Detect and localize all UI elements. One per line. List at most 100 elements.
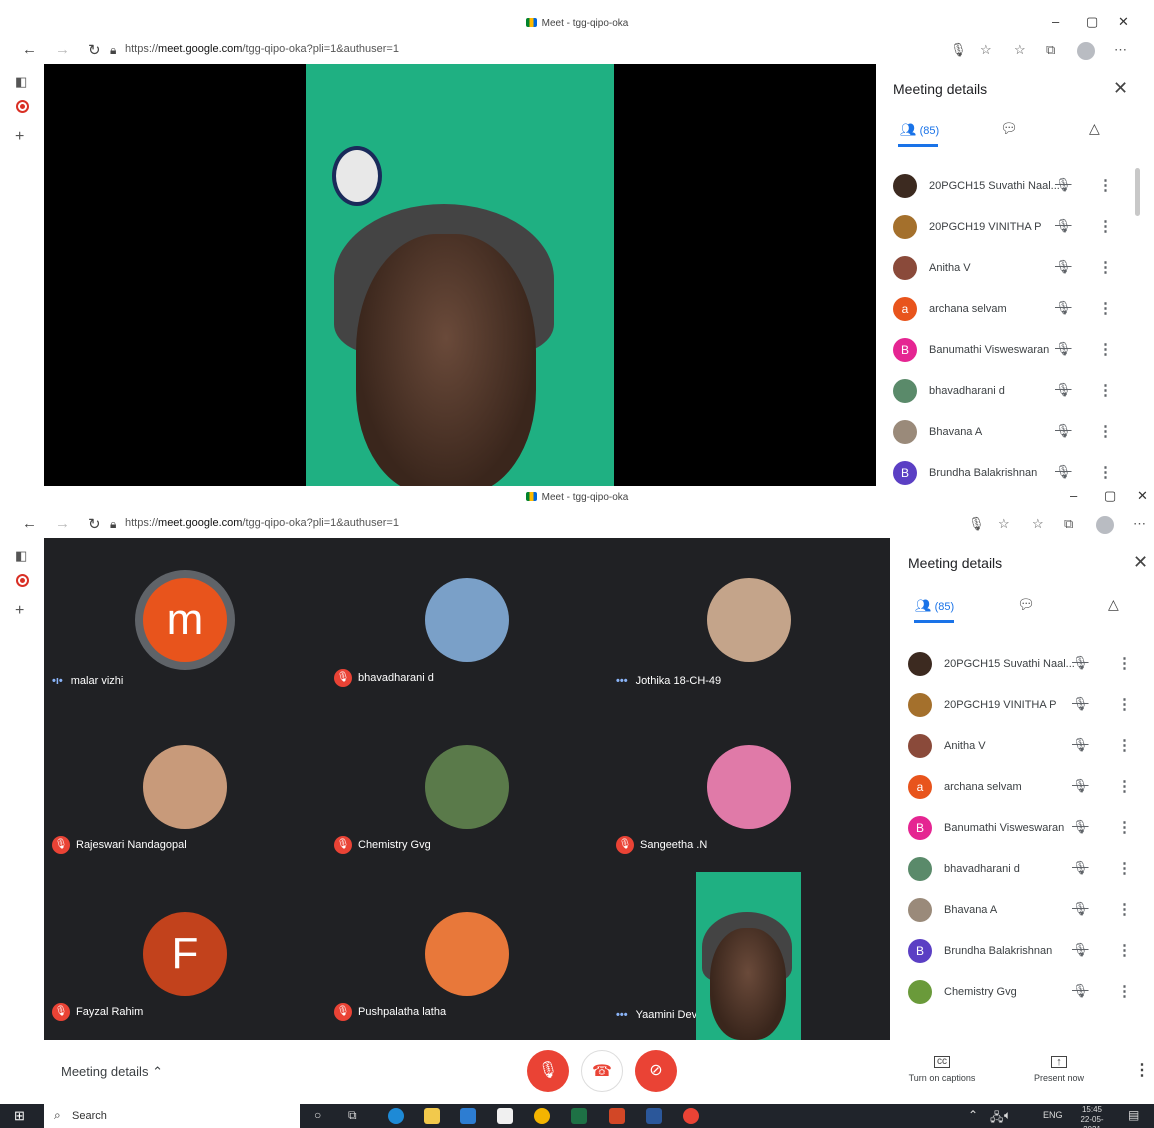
- windows-start-icon[interactable]: ⊞: [14, 1108, 25, 1124]
- edge-app-icon[interactable]: [388, 1108, 404, 1124]
- participant-menu-icon[interactable]: ⋮: [1117, 941, 1132, 959]
- add-icon[interactable]: +: [15, 128, 24, 146]
- more-icon[interactable]: ⋯: [1114, 42, 1127, 58]
- participant-row[interactable]: 20PGCH15 Suvathi Naal... 🎙︎ ⋮: [908, 652, 1138, 693]
- activities-icon[interactable]: △: [1089, 120, 1100, 137]
- cortana-icon[interactable]: ○: [314, 1108, 321, 1122]
- minimize-icon-2[interactable]: –: [1070, 488, 1077, 503]
- close-panel-icon[interactable]: ✕: [1113, 78, 1128, 99]
- participant-tile[interactable]: 🎙︎ Sangeetha .N: [608, 705, 890, 872]
- back-icon[interactable]: ←: [22, 41, 37, 58]
- profile-avatar-2[interactable]: [1096, 516, 1114, 534]
- participant-menu-icon[interactable]: ⋮: [1117, 736, 1132, 754]
- maximize-icon[interactable]: ▢: [1086, 14, 1098, 30]
- participant-menu-icon[interactable]: ⋮: [1117, 900, 1132, 918]
- participant-row[interactable]: 20PGCH19 VINITHA P 🎙︎ ⋮: [908, 693, 1138, 734]
- mic-permission-icon-2[interactable]: 🎙︎: [968, 516, 985, 532]
- tab-people-2[interactable]: 👥︎ (85): [915, 598, 954, 614]
- participant-menu-icon[interactable]: ⋮: [1117, 654, 1132, 672]
- participant-row[interactable]: a archana selvam 🎙︎ ⋮: [893, 297, 1123, 338]
- close-window-icon[interactable]: ✕: [1118, 14, 1129, 30]
- collections-icon-2[interactable]: ⧉: [1064, 516, 1073, 532]
- tab-actions-icon[interactable]: ◧: [15, 74, 27, 90]
- taskbar-search[interactable]: ⌕ Search: [44, 1104, 300, 1128]
- main-video-area[interactable]: [44, 64, 876, 486]
- participant-row[interactable]: Bhavana A 🎙︎ ⋮: [893, 420, 1123, 461]
- reload-icon[interactable]: ↻: [88, 41, 101, 59]
- record-icon-2[interactable]: [16, 574, 29, 587]
- mic-toggle-button[interactable]: 🎙︎: [527, 1050, 569, 1092]
- participant-tile[interactable]: ••• Jothika 18-CH-49: [608, 538, 890, 705]
- participant-menu-icon[interactable]: ⋮: [1098, 176, 1113, 194]
- participant-menu-icon[interactable]: ⋮: [1117, 695, 1132, 713]
- close-window-icon-2[interactable]: ✕: [1137, 488, 1148, 504]
- participant-row[interactable]: bhavadharani d 🎙︎ ⋮: [893, 379, 1123, 420]
- clock[interactable]: 15:45 22-05-2021: [1072, 1105, 1112, 1128]
- powerpoint-app-icon[interactable]: [609, 1108, 625, 1124]
- profile-avatar[interactable]: [1077, 42, 1095, 60]
- forward-icon-2[interactable]: →: [55, 515, 70, 532]
- chrome-app-icon[interactable]: [534, 1108, 550, 1124]
- participant-row[interactable]: Anitha V 🎙︎ ⋮: [893, 256, 1123, 297]
- tab-people[interactable]: 👥︎ (85): [900, 122, 939, 138]
- favorites-icon[interactable]: ☆: [1014, 42, 1026, 58]
- participant-menu-icon[interactable]: ⋮: [1117, 859, 1132, 877]
- participant-tile[interactable]: 🎙︎ Pushpalatha latha: [326, 872, 608, 1039]
- store-app-icon[interactable]: [497, 1108, 513, 1124]
- favorite-add-icon-2[interactable]: ☆: [998, 516, 1010, 532]
- close-panel-icon-2[interactable]: ✕: [1133, 552, 1148, 573]
- favorites-icon-2[interactable]: ☆: [1032, 516, 1044, 532]
- chat-icon-2[interactable]: 💬︎: [1017, 596, 1035, 613]
- url-field-2[interactable]: https://meet.google.com/tgg-qipo-oka?pli…: [125, 517, 399, 529]
- language-indicator[interactable]: ENG: [1043, 1110, 1063, 1120]
- notifications-icon[interactable]: ▤: [1128, 1108, 1139, 1122]
- forward-icon[interactable]: →: [55, 41, 70, 58]
- participant-row[interactable]: Anitha V 🎙︎ ⋮: [908, 734, 1138, 775]
- participant-menu-icon[interactable]: ⋮: [1098, 258, 1113, 276]
- volume-icon[interactable]: 🔈︎: [1004, 1108, 1011, 1123]
- back-icon-2[interactable]: ←: [22, 515, 37, 532]
- mic-permission-icon[interactable]: 🎙︎: [950, 42, 967, 58]
- participant-menu-icon[interactable]: ⋮: [1117, 777, 1132, 795]
- participant-row[interactable]: Bhavana A 🎙︎ ⋮: [908, 898, 1138, 939]
- participant-tile[interactable]: 🎙︎ bhavadharani d: [326, 538, 608, 705]
- collections-icon[interactable]: ⧉: [1046, 42, 1055, 58]
- more-icon-2[interactable]: ⋯: [1133, 516, 1146, 532]
- participant-tile[interactable]: F 🎙︎ Fayzal Rahim: [44, 872, 326, 1039]
- participant-menu-icon[interactable]: ⋮: [1098, 422, 1113, 440]
- record-icon[interactable]: [16, 100, 29, 113]
- participant-tile[interactable]: 🎙︎ Chemistry Gvg: [326, 705, 608, 872]
- panel-scrollbar[interactable]: [1135, 168, 1140, 216]
- captions-button[interactable]: cc Turn on captions: [902, 1056, 982, 1083]
- participant-row[interactable]: bhavadharani d 🎙︎ ⋮: [908, 857, 1138, 898]
- participant-row[interactable]: B Brundha Balakrishnan 🎙︎ ⋮: [908, 939, 1138, 980]
- present-button[interactable]: ↑ Present now: [1019, 1056, 1099, 1083]
- participant-tile[interactable]: m •ı• malar vizhi: [44, 538, 326, 705]
- participant-row[interactable]: B Banumathi Visweswaran 🎙︎ ⋮: [893, 338, 1123, 379]
- activities-icon-2[interactable]: △: [1108, 596, 1119, 613]
- url-field[interactable]: https://meet.google.com/tgg-qipo-oka?pli…: [125, 43, 399, 55]
- camera-toggle-button[interactable]: ⊘: [635, 1050, 677, 1092]
- participant-menu-icon[interactable]: ⋮: [1117, 818, 1132, 836]
- participant-row[interactable]: a archana selvam 🎙︎ ⋮: [908, 775, 1138, 816]
- meeting-details-toggle[interactable]: Meeting details ⌃: [61, 1064, 163, 1080]
- tray-chevron-icon[interactable]: ⌃: [968, 1108, 978, 1122]
- word-app-icon[interactable]: [646, 1108, 662, 1124]
- self-video[interactable]: [696, 872, 801, 1040]
- file-explorer-icon[interactable]: [424, 1108, 440, 1124]
- add-icon-2[interactable]: +: [15, 602, 24, 620]
- minimize-icon[interactable]: –: [1052, 14, 1059, 29]
- task-view-icon[interactable]: ⧉: [348, 1108, 357, 1123]
- participant-menu-icon[interactable]: ⋮: [1098, 381, 1113, 399]
- participant-row[interactable]: 20PGCH19 VINITHA P 🎙︎ ⋮: [893, 215, 1123, 256]
- maximize-icon-2[interactable]: ▢: [1104, 488, 1116, 504]
- participant-tile[interactable]: 🎙︎ Rajeswari Nandagopal: [44, 705, 326, 872]
- participant-row[interactable]: Chemistry Gvg 🎙︎ ⋮: [908, 980, 1138, 1021]
- mail-app-icon[interactable]: [460, 1108, 476, 1124]
- chat-icon[interactable]: 💬︎: [1000, 120, 1018, 137]
- participant-menu-icon[interactable]: ⋮: [1117, 982, 1132, 1000]
- reload-icon-2[interactable]: ↻: [88, 515, 101, 533]
- favorite-add-icon[interactable]: ☆: [980, 42, 992, 58]
- participant-menu-icon[interactable]: ⋮: [1098, 463, 1113, 481]
- participant-row[interactable]: 20PGCH15 Suvathi Naal... 🎙︎ ⋮: [893, 174, 1123, 215]
